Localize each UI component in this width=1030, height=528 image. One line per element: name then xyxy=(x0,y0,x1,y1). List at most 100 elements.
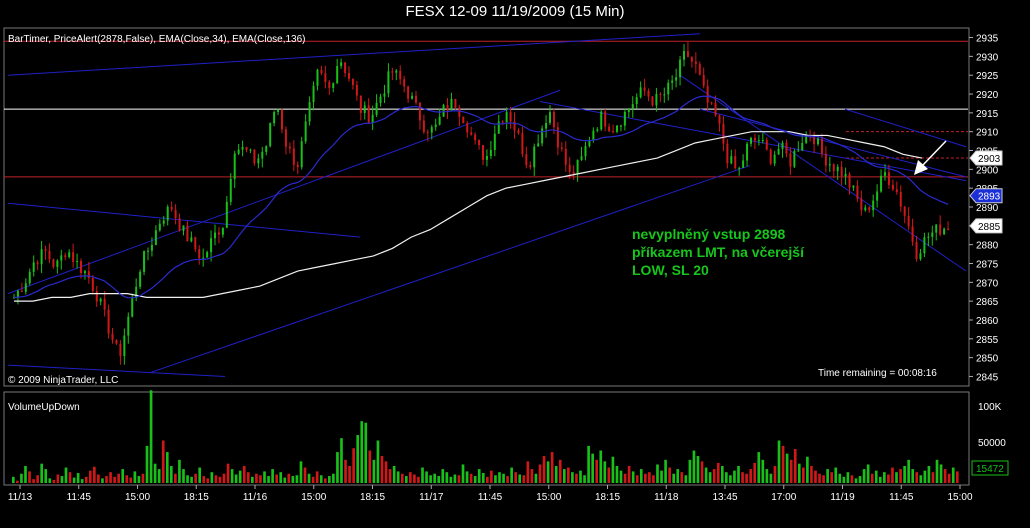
time-tick-label: 11/17 xyxy=(419,492,444,503)
candle-body xyxy=(367,105,370,123)
candle-body xyxy=(320,69,323,74)
candle-body xyxy=(257,158,260,164)
volume-bar xyxy=(344,459,347,483)
volume-bar xyxy=(275,474,278,483)
candle-body xyxy=(170,206,173,210)
volume-bar xyxy=(271,469,274,483)
candle-body xyxy=(265,146,268,152)
candle-body xyxy=(923,237,926,254)
candle-body xyxy=(450,98,453,111)
time-tick-label: 15:00 xyxy=(125,492,150,503)
candle-body xyxy=(541,128,544,144)
chart-canvas[interactable]: 2845 2850 2855 2860 2865 2870 2875 2880 2885 2890… xyxy=(0,0,1030,528)
volume-bar xyxy=(554,466,558,483)
volume-bar xyxy=(595,459,599,483)
candle-body xyxy=(24,283,27,292)
volume-bar xyxy=(806,456,809,483)
volume-bar xyxy=(157,469,161,483)
volume-bar xyxy=(210,472,214,483)
volume-bar xyxy=(951,467,955,483)
candle-body xyxy=(659,93,662,95)
volume-bar xyxy=(230,469,234,483)
candle-body xyxy=(95,291,98,302)
candle-body xyxy=(430,127,433,133)
volume-bar xyxy=(862,469,866,483)
volume-bar xyxy=(534,473,538,483)
candle-body xyxy=(229,178,232,202)
candle-body xyxy=(56,260,59,267)
candle-body xyxy=(765,140,768,150)
volume-bar xyxy=(927,466,931,483)
volume-bar xyxy=(546,461,550,483)
volume-tick-100k: 100K xyxy=(978,402,1002,413)
volume-bar xyxy=(652,475,655,483)
candle-body xyxy=(616,125,618,132)
candle-body xyxy=(48,250,51,260)
volume-bar xyxy=(323,478,327,483)
volume-bar xyxy=(76,472,80,483)
candle-body xyxy=(651,96,654,106)
candle-body xyxy=(324,73,327,82)
volume-bar xyxy=(178,459,181,483)
volume-bar xyxy=(392,466,396,483)
candle-body xyxy=(111,333,114,341)
candle-body xyxy=(284,129,287,147)
candle-body xyxy=(371,114,374,123)
volume-bar xyxy=(769,473,773,483)
candle-body xyxy=(710,102,713,104)
volume-bar xyxy=(720,466,724,483)
volume-bar xyxy=(299,461,303,483)
time-tick-label: 18:15 xyxy=(184,492,209,503)
volume-bar xyxy=(101,478,104,483)
volume-bar xyxy=(737,466,740,483)
volume-bar xyxy=(267,476,270,483)
candle-body xyxy=(466,123,469,133)
volume-bar xyxy=(263,471,266,483)
candle-body xyxy=(769,149,772,164)
candle-body xyxy=(40,249,43,265)
price-tag: 2903 xyxy=(969,150,1003,166)
candle-body xyxy=(395,70,398,73)
candle-body xyxy=(552,112,555,128)
candle-body xyxy=(931,232,934,237)
candle-body xyxy=(631,104,634,109)
volume-bar xyxy=(121,469,125,483)
volume-bar xyxy=(818,473,821,483)
volume-bar xyxy=(915,472,919,483)
candle-body xyxy=(655,93,658,106)
candle-body xyxy=(533,146,536,168)
candle-body xyxy=(887,172,890,185)
volume-bar xyxy=(745,473,748,483)
volume-bar xyxy=(599,450,603,483)
candle-body xyxy=(119,343,122,357)
volume-bar xyxy=(251,476,254,483)
price-tick-label: 2935 xyxy=(976,34,999,45)
volume-bar xyxy=(883,472,886,483)
candle-body xyxy=(340,62,343,67)
candle-body xyxy=(217,232,220,235)
volume-bar xyxy=(870,473,874,483)
candle-body xyxy=(564,148,567,165)
candle-body xyxy=(501,121,504,123)
volume-panel-frame xyxy=(3,391,970,486)
volume-bar xyxy=(409,472,412,483)
volume-bar xyxy=(469,473,473,483)
candle-body xyxy=(288,146,291,149)
candle-body xyxy=(131,297,134,317)
volume-bar xyxy=(931,472,935,483)
candle-body xyxy=(911,226,914,242)
volume-bar xyxy=(315,471,319,483)
candle-body xyxy=(221,227,224,235)
volume-bar xyxy=(105,476,108,483)
candle-body xyxy=(939,224,942,235)
volume-bar xyxy=(52,479,56,483)
volume-bar xyxy=(372,459,376,483)
volume-bar xyxy=(336,452,339,483)
volume-bar xyxy=(161,440,165,483)
volume-bar xyxy=(919,475,923,483)
time-tick-label: 15:00 xyxy=(301,492,326,503)
volume-bar xyxy=(194,473,197,483)
candle-body xyxy=(671,80,674,83)
volume-bar xyxy=(477,469,481,483)
volume-bar xyxy=(907,459,910,483)
